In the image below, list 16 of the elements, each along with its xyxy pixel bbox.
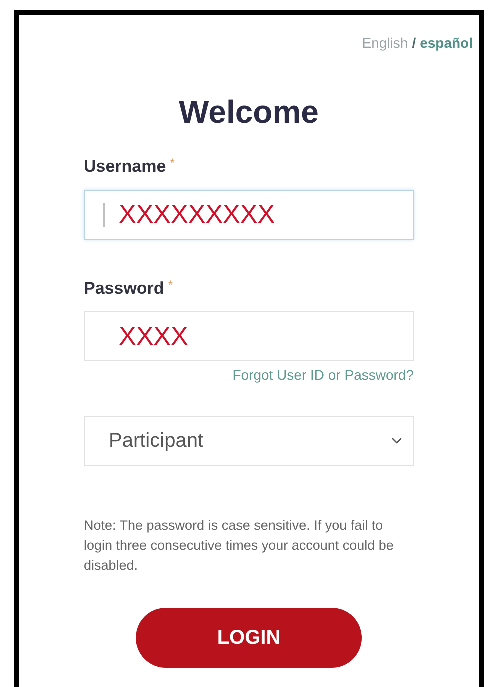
- language-separator: /: [412, 34, 416, 53]
- field-value: XXXXXXXXX: [119, 198, 276, 231]
- field-label: Password: [84, 278, 164, 300]
- required-mark: *: [170, 155, 175, 172]
- login-button[interactable]: LOGIN: [136, 608, 362, 668]
- required-mark: *: [168, 276, 173, 294]
- text-field[interactable]: XXXXXXXXX: [84, 190, 414, 240]
- text-cursor: [103, 202, 105, 226]
- password-note: Note: The password is case sensitive. If you fail to login three consecutive times your account could be disabled.: [84, 517, 395, 575]
- text-field[interactable]: XXXX: [84, 311, 414, 361]
- welcome-title: Welcome: [178, 93, 320, 132]
- field-label: Username: [84, 156, 166, 178]
- language-link[interactable]: español: [420, 33, 473, 54]
- role-select[interactable]: Participant: [84, 416, 414, 466]
- forgot-link[interactable]: Forgot User ID or Password?: [232, 365, 414, 386]
- field-value: XXXX: [119, 320, 188, 352]
